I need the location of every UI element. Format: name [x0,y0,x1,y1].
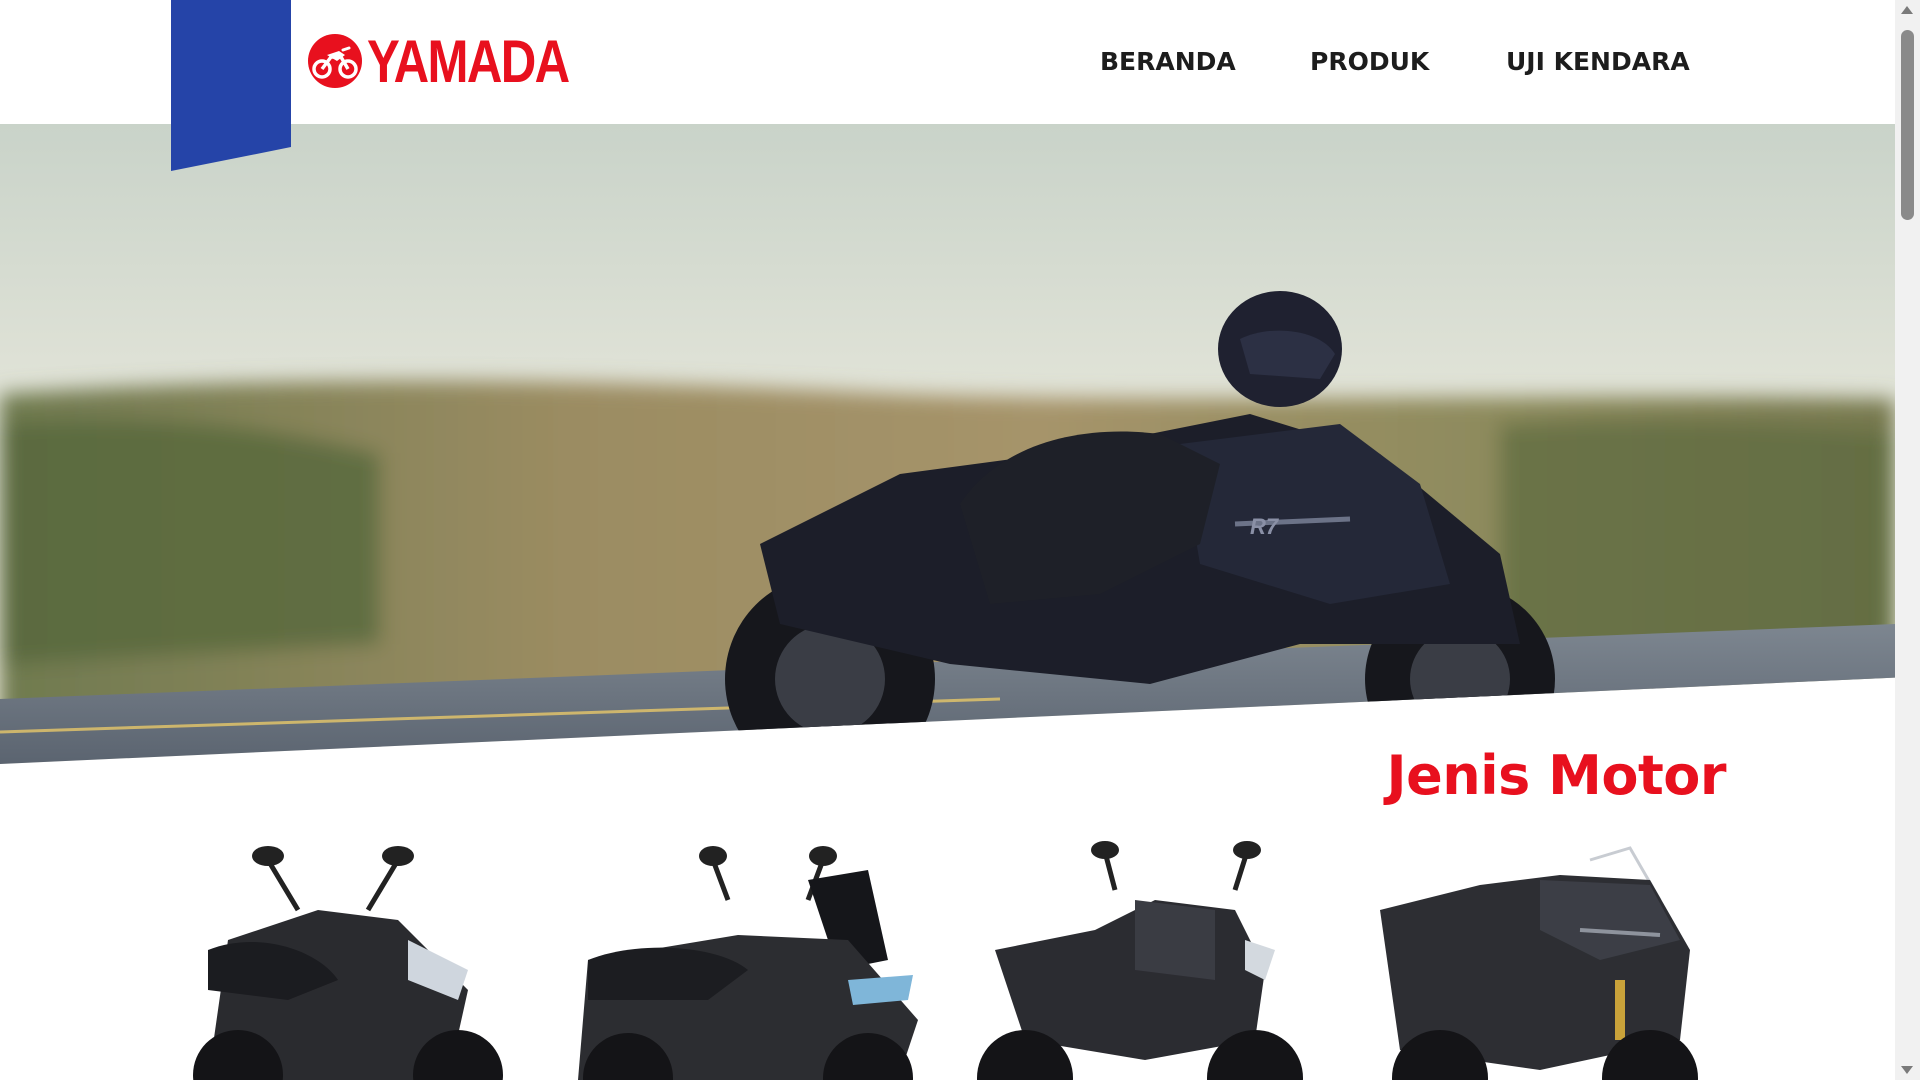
hero-image: R7 [0,124,1895,764]
product-image-naked-bike [977,841,1303,1080]
header-ribbon [171,0,291,171]
scroll-up-arrow-icon[interactable] [1901,6,1913,14]
product-image-scooter [193,846,503,1080]
hero-bike-badge: R7 [1250,514,1280,539]
product-card-1[interactable] [168,840,518,1080]
brand-name: YAMADA [367,27,570,95]
site-logo[interactable]: YAMADA [307,28,613,95]
hero-banner: R7 [0,124,1895,764]
nav-item-beranda[interactable]: BERANDA [1100,44,1236,80]
nav-item-produk[interactable]: PRODUK [1310,44,1429,80]
section-title: Jenis Motor [1386,744,1727,807]
page-scrollbar[interactable] [1895,0,1920,1080]
nav-item-uji-kendara[interactable]: UJI KENDARA [1506,44,1690,80]
scroll-down-arrow-icon[interactable] [1901,1066,1913,1074]
product-card-2[interactable] [568,840,918,1080]
product-image-sport-bike [1380,846,1698,1080]
product-image-maxi-scooter [578,846,918,1080]
scroll-thumb[interactable] [1901,30,1914,220]
motorcycle-badge-icon [308,34,362,88]
product-card-4[interactable] [1360,840,1710,1080]
product-card-3[interactable] [965,840,1315,1080]
